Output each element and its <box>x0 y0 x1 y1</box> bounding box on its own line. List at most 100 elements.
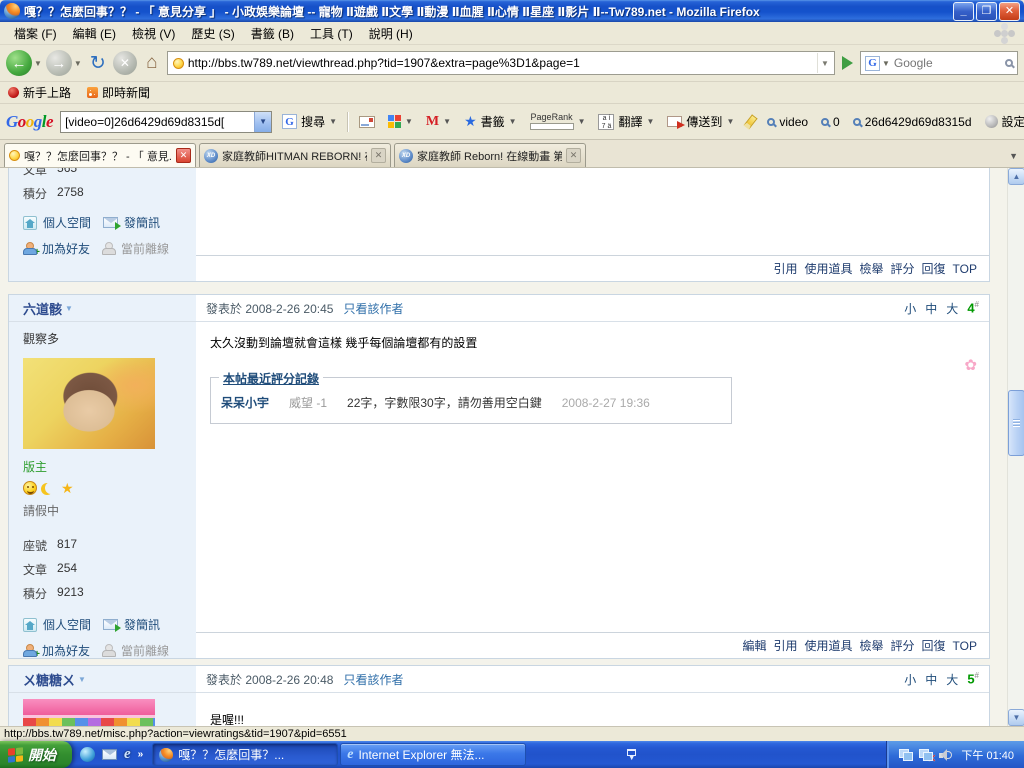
font-large-link[interactable]: 大 <box>946 300 958 317</box>
username-dropdown-icon[interactable]: ▼ <box>78 675 86 684</box>
reload-button[interactable]: ↻ <box>86 51 110 75</box>
quote-link[interactable]: 引用 <box>773 637 797 654</box>
google-search-button[interactable]: G 搜尋 ▼ <box>279 111 340 132</box>
edit-link[interactable]: 編輯 <box>742 637 766 654</box>
task-firefox[interactable]: 嘎？？怎麼回事？... <box>152 743 338 766</box>
go-button[interactable] <box>842 56 853 70</box>
rating-user-link[interactable]: 呆呆小宇 <box>221 394 269 411</box>
combo-dropdown-icon[interactable]: ▼ <box>254 112 271 132</box>
network-disconnected-icon[interactable]: ✕ <box>919 749 933 761</box>
tab-thread[interactable]: 嘎？？怎麼回事？？ - 「 意見... ✕ <box>4 143 196 167</box>
bookmark-latest-news[interactable]: 即時新聞 <box>87 84 150 101</box>
top-link[interactable]: TOP <box>953 262 977 276</box>
outlook-express-icon[interactable] <box>102 749 117 760</box>
tab-list-dropdown-icon[interactable]: ▼ <box>1009 151 1018 161</box>
use-item-link[interactable]: 使用道具 <box>804 260 852 277</box>
messenger-icon[interactable] <box>80 747 95 762</box>
vertical-scrollbar[interactable]: ▲ ▼ <box>1007 168 1024 726</box>
username-link[interactable]: ㄨ糖糖ㄨ <box>23 670 75 689</box>
search-engine-dropdown-icon[interactable]: ▼ <box>882 59 890 68</box>
tab-close-icon[interactable]: ✕ <box>371 148 386 163</box>
url-dropdown-icon[interactable]: ▼ <box>817 53 832 73</box>
use-item-link[interactable]: 使用道具 <box>804 637 852 654</box>
volume-icon[interactable] <box>939 749 952 761</box>
rate-link[interactable]: 評分 <box>891 637 915 654</box>
personal-space-link[interactable]: 個人空間 <box>43 214 91 231</box>
back-button[interactable]: ← <box>6 50 32 76</box>
google-bookmarks-button[interactable]: ★ 書籤 ▼ <box>461 111 520 132</box>
sitejot-button[interactable] <box>356 114 378 130</box>
settings-button[interactable]: 設定 <box>982 111 1024 132</box>
page-favicon-bulb-icon <box>173 58 184 69</box>
personal-space-link[interactable]: 個人空間 <box>43 616 91 633</box>
menu-view[interactable]: 檢視 (V) <box>124 22 183 45</box>
tab-reborn-2[interactable]: XD 家庭教師 Reborn! 在線動畫 第66話 - ... ✕ <box>394 143 586 167</box>
top-link[interactable]: TOP <box>953 639 977 653</box>
google-apps-button[interactable]: ▼ <box>385 113 416 130</box>
stop-button[interactable]: ✕ <box>113 51 137 75</box>
menu-edit[interactable]: 編輯 (E) <box>65 22 124 45</box>
menu-history[interactable]: 歷史 (S) <box>183 22 242 45</box>
google-g-icon[interactable]: G <box>865 56 880 71</box>
scroll-down-icon[interactable]: ▼ <box>1008 709 1024 726</box>
font-medium-link[interactable]: 中 <box>925 671 937 688</box>
report-link[interactable]: 檢舉 <box>860 637 884 654</box>
restore-button[interactable]: ❐ <box>976 2 997 21</box>
menu-file[interactable]: 檔案 (F) <box>6 22 65 45</box>
menu-bookmarks[interactable]: 書籤 (B) <box>243 22 302 45</box>
back-dropdown-icon[interactable]: ▼ <box>34 59 42 68</box>
url-input[interactable] <box>188 56 813 70</box>
start-button[interactable]: 開始 <box>0 741 72 768</box>
close-button[interactable]: ✕ <box>999 2 1020 21</box>
add-friend-link[interactable]: 加為好友 <box>42 642 90 659</box>
tab-close-icon[interactable]: ✕ <box>176 148 191 163</box>
font-large-link[interactable]: 大 <box>946 671 958 688</box>
term-button-hash[interactable]: 26d6429d69d8315d <box>850 113 975 131</box>
report-link[interactable]: 檢舉 <box>860 260 884 277</box>
internet-explorer-icon[interactable]: e <box>124 746 131 763</box>
font-medium-link[interactable]: 中 <box>925 300 937 317</box>
username-link[interactable]: 六道骸 <box>23 299 62 318</box>
reply-link[interactable]: 回復 <box>922 637 946 654</box>
google-search-field[interactable] <box>61 115 254 129</box>
send-message-link[interactable]: 發簡訊 <box>124 616 160 633</box>
network-icon[interactable] <box>899 749 913 761</box>
highlight-button[interactable] <box>744 113 757 131</box>
scroll-up-icon[interactable]: ▲ <box>1008 168 1024 185</box>
rating-field: 威望 -1 <box>289 394 327 411</box>
tab-reborn-1[interactable]: XD 家庭教師HITMAN REBORN! 在線動... ✕ <box>199 143 391 167</box>
desktop-band-icon[interactable]: ▼ <box>627 741 636 768</box>
task-ie[interactable]: e Internet Explorer 無法... <box>340 743 526 766</box>
quote-link[interactable]: 引用 <box>773 260 797 277</box>
reply-link[interactable]: 回復 <box>922 260 946 277</box>
forward-button[interactable]: → <box>46 50 72 76</box>
minimize-button[interactable]: _ <box>953 2 974 21</box>
flower-rating-icon[interactable]: ✿ <box>964 356 977 374</box>
send-message-link[interactable]: 發簡訊 <box>124 214 160 231</box>
username-dropdown-icon[interactable]: ▼ <box>65 304 73 313</box>
menu-help[interactable]: 說明 (H) <box>361 22 421 45</box>
term-button-video[interactable]: video <box>764 113 811 131</box>
translate-button[interactable]: a í7 ä 翻譯 ▼ <box>595 111 657 132</box>
tab-close-icon[interactable]: ✕ <box>566 148 581 163</box>
google-toolbar: Google ▼ G 搜尋 ▼ ▼ M ▼ ★ 書籤 ▼ PageRank ▼ … <box>0 104 1024 140</box>
font-small-link[interactable]: 小 <box>904 300 916 317</box>
forward-dropdown-icon[interactable]: ▼ <box>74 59 82 68</box>
font-small-link[interactable]: 小 <box>904 671 916 688</box>
search-magnifier-icon[interactable] <box>1005 59 1013 67</box>
add-friend-link[interactable]: 加為好友 <box>42 240 90 257</box>
send-to-button[interactable]: 傳送到 ▼ <box>664 111 737 132</box>
gmail-button[interactable]: M ▼ <box>423 112 454 132</box>
menu-tools[interactable]: 工具 (T) <box>302 22 361 45</box>
home-button[interactable]: ⌂ <box>140 51 164 75</box>
bookmark-star-icon: ★ <box>464 113 477 130</box>
pagerank-widget[interactable]: PageRank ▼ <box>527 111 589 132</box>
bookmark-getting-started[interactable]: 新手上路 <box>8 84 71 101</box>
only-author-link[interactable]: 只看該作者 <box>343 300 403 317</box>
term-button-0[interactable]: 0 <box>818 113 843 131</box>
only-author-link[interactable]: 只看該作者 <box>343 671 403 688</box>
rate-link[interactable]: 評分 <box>891 260 915 277</box>
search-input[interactable] <box>894 56 1002 70</box>
quick-launch-overflow-icon[interactable]: » <box>138 749 144 760</box>
scrollbar-thumb[interactable] <box>1008 390 1024 456</box>
